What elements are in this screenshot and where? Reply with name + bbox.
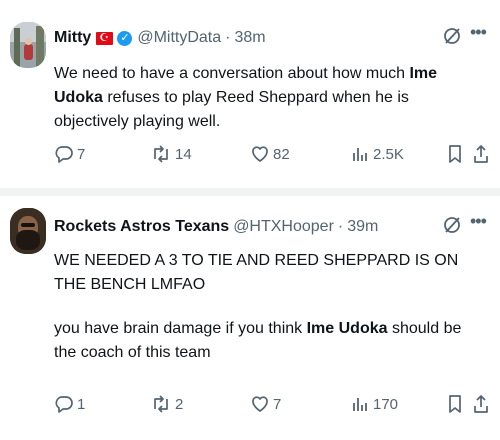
like-button[interactable]: 7 <box>250 394 281 414</box>
views-count: 170 <box>373 395 399 413</box>
timestamp[interactable]: 39m <box>347 217 378 237</box>
share-button[interactable] <box>472 144 493 164</box>
text-run: We need to have a conversation about how… <box>54 65 410 82</box>
more-icon[interactable]: ••• <box>470 211 487 232</box>
tweet-header: Mitty ☪ ✓ @MittyData · 38m <box>54 28 266 48</box>
grok-icon[interactable] <box>442 215 462 240</box>
author-handle[interactable]: @HTXHooper <box>233 217 334 237</box>
repost-count: 2 <box>175 395 184 413</box>
tweet[interactable]: Mitty ☪ ✓ @MittyData · 38m ••• We need t… <box>0 0 500 188</box>
mention-bold: Ime Udoka <box>306 320 388 337</box>
reply-icon <box>55 396 73 413</box>
like-count: 7 <box>273 395 282 413</box>
repost-icon <box>154 395 168 413</box>
reply-button[interactable]: 1 <box>54 394 85 414</box>
text-run: WE NEEDED A 3 TO TIE AND REED SHEPPARD I… <box>54 252 459 293</box>
bookmark-icon <box>449 145 461 163</box>
views-count: 2.5K <box>373 145 404 163</box>
avatar[interactable] <box>10 22 46 68</box>
bookmark-button[interactable] <box>446 144 467 164</box>
author-name[interactable]: Mitty <box>54 28 91 48</box>
views-button[interactable]: 2.5K <box>350 144 404 164</box>
tweet-text: you have brain damage if you think Ime U… <box>54 317 486 365</box>
repost-icon <box>154 145 168 163</box>
share-icon <box>474 145 488 163</box>
share-button[interactable] <box>472 394 493 414</box>
tweet-actions: 1 2 7 170 <box>54 394 490 418</box>
text-run: you have brain damage if you think <box>54 320 307 337</box>
tweet-actions: 7 14 82 2.5K <box>54 144 490 168</box>
grok-icon[interactable] <box>442 26 462 51</box>
reply-count: 1 <box>77 395 86 413</box>
views-button[interactable]: 170 <box>350 394 398 414</box>
separator-dot: · <box>337 218 344 235</box>
views-icon <box>353 148 367 161</box>
bookmark-icon <box>449 395 461 413</box>
separator-dot: · <box>225 29 231 46</box>
verified-badge-icon[interactable]: ✓ <box>117 30 133 46</box>
tweet-text-line: WE NEEDED A 3 TO TIE AND REED SHEPPARD I… <box>54 249 486 297</box>
reply-button[interactable]: 7 <box>54 144 85 164</box>
reply-icon <box>55 146 73 163</box>
author-handle[interactable]: @MittyData <box>137 28 221 48</box>
repost-count: 14 <box>175 145 192 163</box>
text-run: refuses to play Reed Sheppard when he is… <box>54 89 409 130</box>
share-icon <box>474 395 488 413</box>
timestamp[interactable]: 38m <box>234 28 265 48</box>
tweet-divider <box>0 188 500 196</box>
like-count: 82 <box>273 145 290 163</box>
author-name[interactable]: Rockets Astros Texans <box>54 217 229 237</box>
reply-count: 7 <box>77 145 86 163</box>
heart-icon <box>252 146 268 162</box>
views-icon <box>353 398 367 411</box>
repost-button[interactable]: 2 <box>150 394 183 414</box>
more-icon[interactable]: ••• <box>470 22 487 43</box>
avatar[interactable] <box>10 208 46 254</box>
like-button[interactable]: 82 <box>250 144 290 164</box>
turkey-flag-icon: ☪ <box>96 31 114 45</box>
heart-icon <box>252 396 268 412</box>
bookmark-button[interactable] <box>446 394 467 414</box>
tweet-header: Rockets Astros Texans @HTXHooper · 39m <box>54 217 378 237</box>
repost-button[interactable]: 14 <box>150 144 192 164</box>
tweet-text: We need to have a conversation about how… <box>54 62 486 134</box>
